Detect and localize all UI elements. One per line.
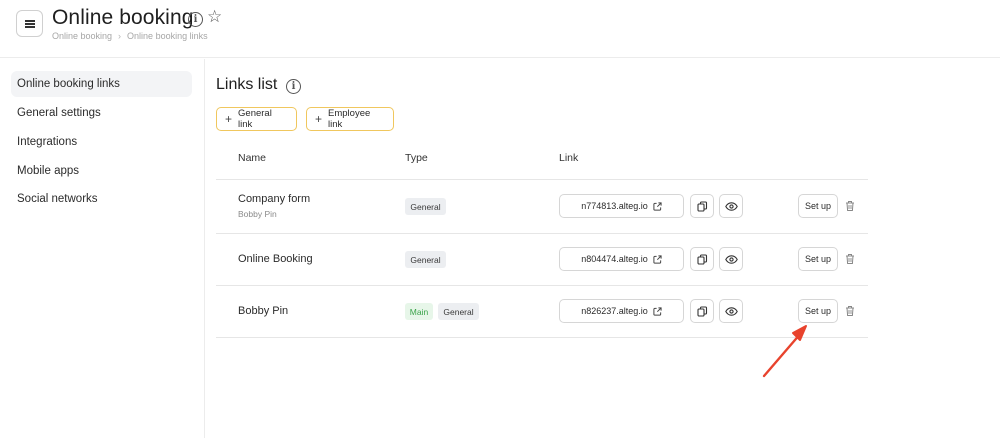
copy-icon [696, 200, 707, 212]
add-employee-link-label: Employee link [328, 108, 371, 130]
chevron-right-icon: › [118, 31, 122, 41]
info-icon[interactable]: i [188, 12, 203, 27]
link-url-button[interactable]: n774813.alteg.io [559, 194, 684, 218]
link-subtitle: Bobby Pin [238, 209, 277, 219]
star-icon[interactable]: ☆ [207, 8, 222, 25]
trash-icon[interactable] [844, 199, 856, 213]
info-icon[interactable]: i [286, 79, 301, 94]
menu-button[interactable] [16, 10, 43, 37]
preview-button[interactable] [719, 247, 743, 271]
sidebar-item-online-booking-links[interactable]: Online booking links [11, 71, 192, 97]
preview-button[interactable] [719, 299, 743, 323]
trash-icon[interactable] [844, 252, 856, 266]
eye-icon [724, 306, 738, 316]
link-name: Online Booking [238, 253, 313, 265]
page-title: Online booking [52, 6, 194, 29]
sidebar-item-mobile-apps[interactable]: Mobile apps [11, 158, 192, 184]
setup-button[interactable]: Set up [798, 299, 838, 323]
external-link-icon [653, 306, 662, 316]
setup-button[interactable]: Set up [798, 194, 838, 218]
copy-button[interactable] [690, 247, 714, 271]
sidebar-item-general-settings[interactable]: General settings [11, 100, 192, 126]
type-badge-general: General [405, 198, 446, 215]
link-url-button[interactable]: n826237.alteg.io [559, 299, 684, 323]
column-header-type: Type [405, 152, 428, 164]
preview-button[interactable] [719, 194, 743, 218]
eye-icon [724, 254, 738, 264]
type-badge-main: Main [405, 303, 433, 320]
breadcrumb-item[interactable]: Online booking links [127, 31, 208, 41]
trash-icon[interactable] [844, 304, 856, 318]
breadcrumb-item[interactable]: Online booking [52, 31, 112, 41]
link-name: Company form [238, 193, 311, 205]
link-name: Bobby Pin [238, 305, 289, 317]
eye-icon [724, 201, 738, 211]
link-url: n826237.alteg.io [581, 306, 648, 316]
link-url: n774813.alteg.io [581, 201, 648, 211]
menu-icon [24, 19, 35, 28]
copy-button[interactable] [690, 299, 714, 323]
table-divider [216, 179, 868, 180]
link-url-button[interactable]: n804474.alteg.io [559, 247, 684, 271]
type-badge-general: General [438, 303, 479, 320]
link-url: n804474.alteg.io [581, 254, 648, 264]
add-employee-link-button[interactable]: + Employee link [306, 107, 394, 131]
table-divider [216, 285, 868, 286]
external-link-icon [653, 254, 662, 264]
plus-icon: + [315, 112, 323, 126]
column-header-link: Link [559, 152, 579, 164]
setup-button[interactable]: Set up [798, 247, 838, 271]
copy-icon [696, 305, 707, 317]
table-divider [216, 233, 868, 234]
column-header-name: Name [238, 152, 267, 164]
type-badge-general: General [405, 251, 446, 268]
table-divider [216, 337, 868, 338]
add-general-link-label: General link [238, 108, 272, 130]
sidebar-item-integrations[interactable]: Integrations [11, 129, 192, 155]
sidebar-item-social-networks[interactable]: Social networks [11, 186, 192, 212]
external-link-icon [653, 201, 662, 211]
section-title: Links list [216, 76, 278, 93]
copy-icon [696, 253, 707, 265]
breadcrumb: Online booking › Online booking links [52, 31, 208, 41]
sidebar: Online booking links General settings In… [0, 59, 205, 438]
plus-icon: + [225, 112, 233, 126]
page-header: Online booking i ☆ Online booking › Onli… [0, 0, 1000, 58]
add-general-link-button[interactable]: + General link [216, 107, 297, 131]
copy-button[interactable] [690, 194, 714, 218]
